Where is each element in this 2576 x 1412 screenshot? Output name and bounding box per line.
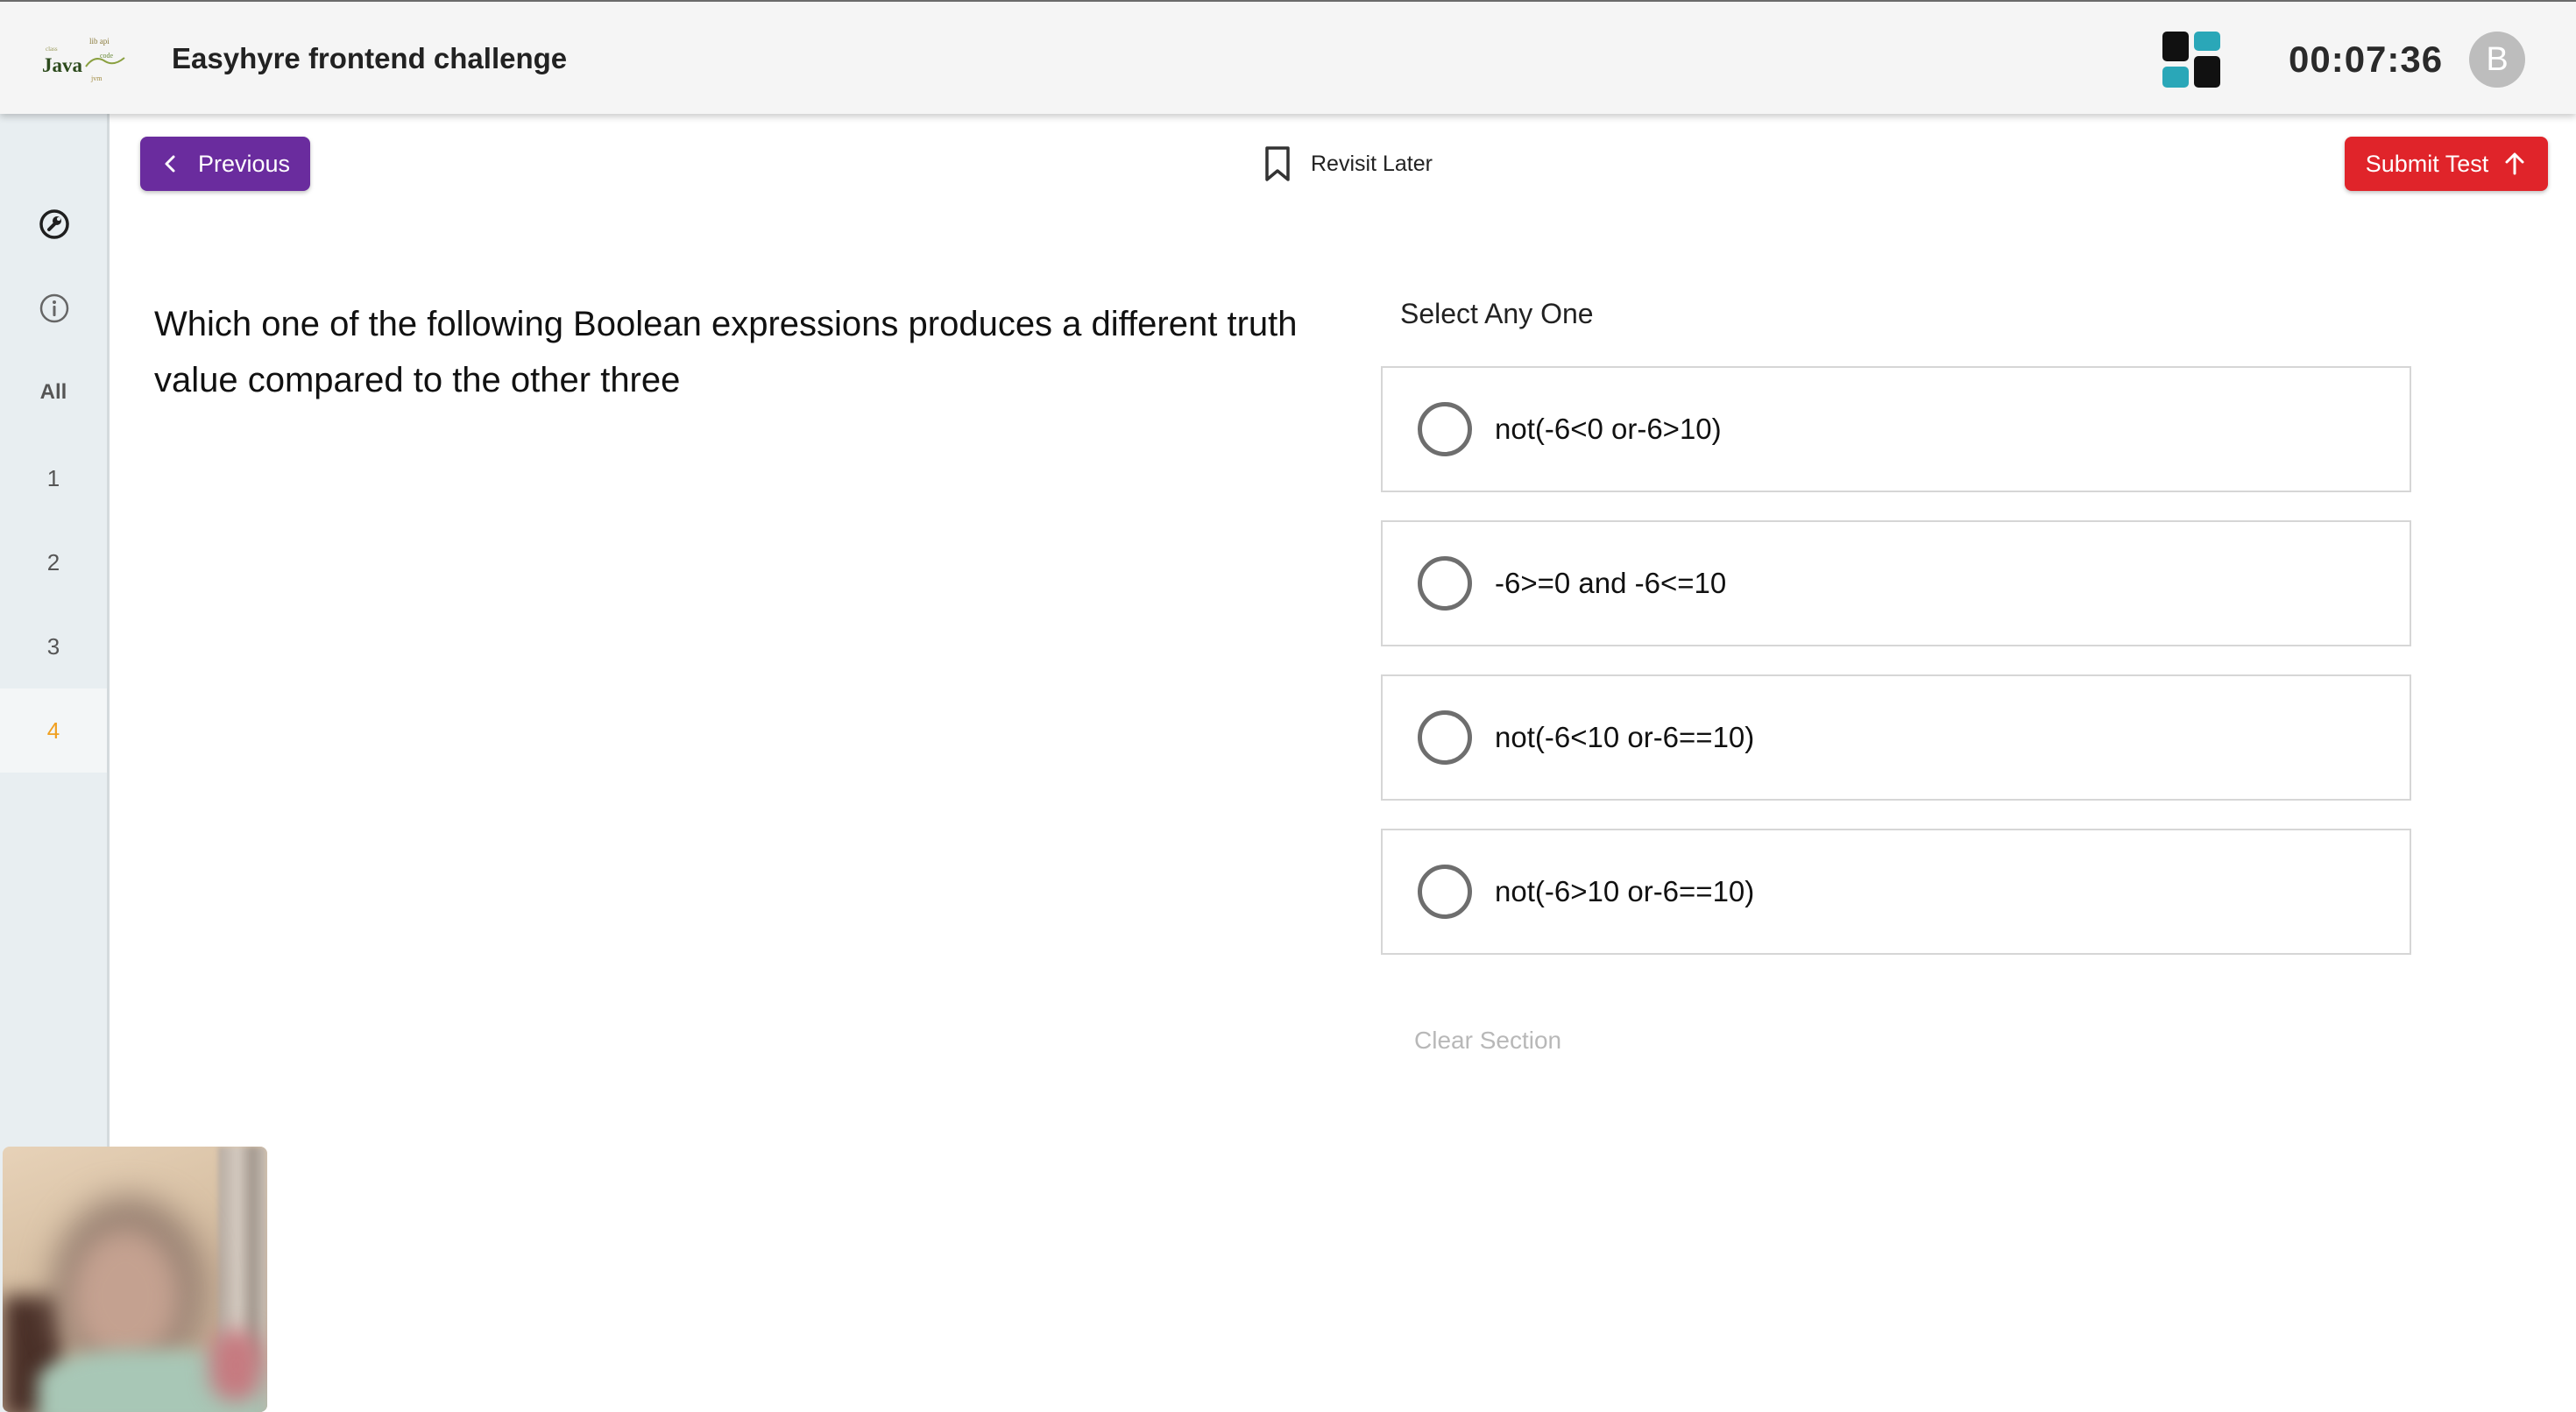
option-text: not(-6>10 or-6==10) [1495, 875, 1755, 907]
wrench-icon[interactable] [39, 208, 70, 240]
app-title: Easyhyre frontend challenge [172, 42, 568, 74]
radio-button[interactable] [1418, 556, 1472, 611]
revisit-later-button[interactable]: Revisit Later [1262, 144, 1433, 184]
user-avatar[interactable]: B [2469, 32, 2525, 88]
sidebar-item-2[interactable]: 2 [0, 520, 107, 604]
answer-option[interactable]: not(-6<10 or-6==10) [1381, 674, 2411, 801]
revisit-label: Revisit Later [1311, 151, 1433, 176]
webcam-preview [3, 1147, 267, 1412]
option-text: not(-6<0 or-6>10) [1495, 413, 1722, 445]
info-icon[interactable] [39, 293, 70, 324]
svg-text:jvm: jvm [90, 74, 103, 82]
grid-cell [2194, 56, 2220, 88]
radio-button[interactable] [1418, 402, 1472, 456]
select-any-one-label: Select Any One [1400, 298, 1594, 329]
question-text: Which one of the following Boolean expre… [154, 305, 1298, 399]
countdown-timer: 00:07:36 [2289, 39, 2444, 80]
chevron-left-icon [165, 155, 175, 173]
submit-label: Submit Test [2365, 150, 2489, 177]
arrow-up-icon [2505, 152, 2524, 175]
sidebar-item-1[interactable]: 1 [0, 436, 107, 520]
clear-section-button[interactable]: Clear Section [1414, 1027, 1561, 1055]
previous-button[interactable]: Previous [140, 137, 310, 191]
java-logo[interactable]: lib api code jvm class Java [39, 32, 130, 88]
svg-text:class: class [46, 46, 58, 53]
answer-option[interactable]: -6>=0 and -6<=10 [1381, 520, 2411, 646]
previous-label: Previous [198, 150, 291, 177]
question-grid-icon[interactable] [2161, 30, 2222, 89]
option-text: not(-6<10 or-6==10) [1495, 721, 1755, 753]
grid-cell [2194, 32, 2220, 51]
answer-option[interactable]: not(-6>10 or-6==10) [1381, 829, 2411, 955]
svg-text:lib api: lib api [89, 37, 110, 46]
sidebar-item-all[interactable]: All [0, 350, 107, 434]
grid-cell [2162, 32, 2189, 61]
top-header: lib api code jvm class Java Easyhyre fro… [0, 0, 2576, 114]
answer-option[interactable]: not(-6<0 or-6>10) [1381, 366, 2411, 492]
radio-button[interactable] [1418, 710, 1472, 765]
option-text: -6>=0 and -6<=10 [1495, 567, 1727, 599]
sidebar-item-4[interactable]: 4 [0, 688, 107, 773]
bookmark-icon [1265, 146, 1290, 181]
svg-text:code: code [100, 52, 114, 60]
logo-text: Java [42, 54, 83, 76]
grid-cell [2162, 67, 2189, 88]
sidebar-item-3[interactable]: 3 [0, 604, 107, 688]
submit-test-button[interactable]: Submit Test [2345, 137, 2548, 191]
radio-button[interactable] [1418, 865, 1472, 919]
